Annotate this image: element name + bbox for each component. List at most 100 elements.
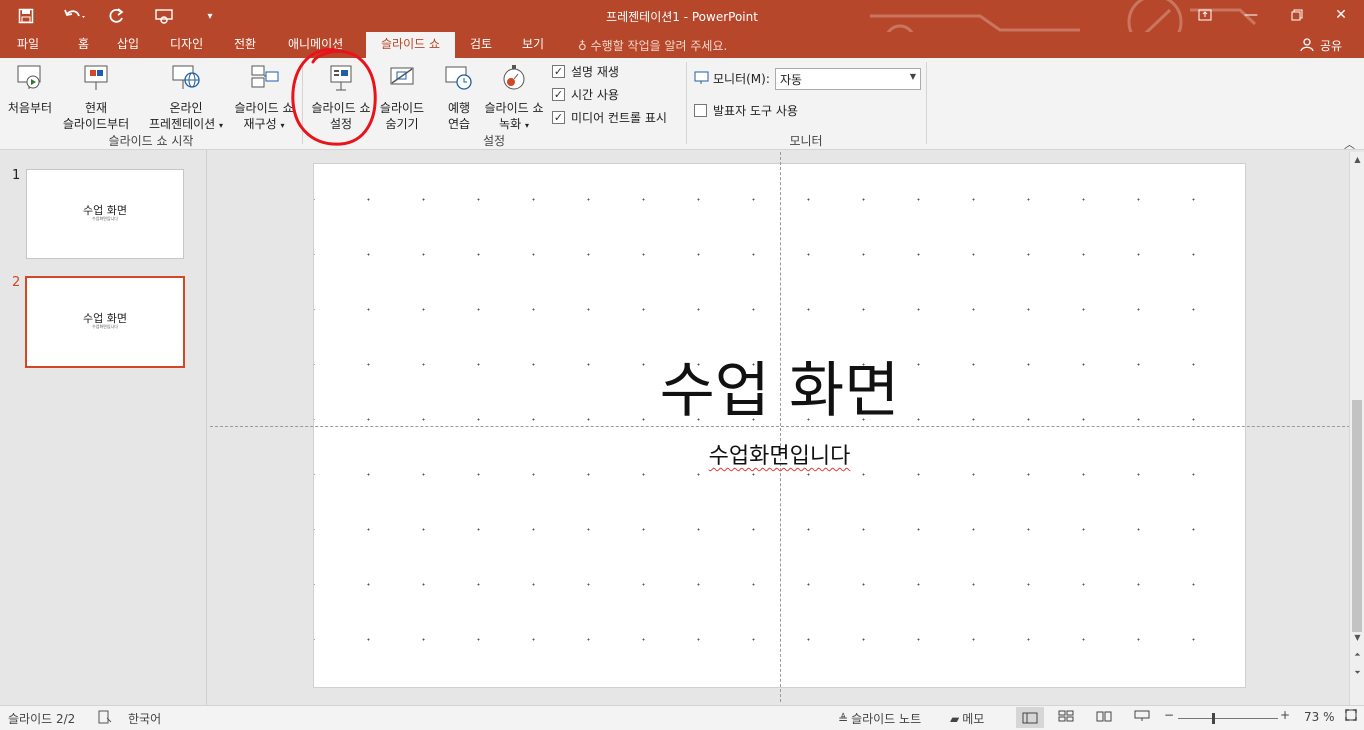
- vertical-guide[interactable]: [780, 152, 781, 702]
- slide-subtitle[interactable]: 수업화면입니다: [313, 438, 1246, 470]
- notes-button[interactable]: ≜ 슬라이드 노트: [838, 710, 921, 727]
- reading-view-icon: [1096, 711, 1112, 722]
- ribbon-slide-show: 처음부터 현재 슬라이드부터 온라인 프레젠테이션 ▾ 슬라이드 쇼 재구성 ▾…: [0, 58, 1364, 151]
- close-button[interactable]: ✕: [1318, 0, 1364, 30]
- chevron-down-icon: ▾: [280, 121, 285, 130]
- tab-design[interactable]: 디자인: [162, 32, 211, 58]
- group-label-monitor: 모니터: [789, 134, 823, 148]
- from-current-slide-button[interactable]: 현재 슬라이드부터: [58, 62, 134, 132]
- normal-view-icon: [1022, 712, 1038, 723]
- play-narrations-label: 설명 재생: [571, 64, 619, 79]
- zoom-level[interactable]: 73 %: [1304, 710, 1335, 724]
- rehearse-timings-button[interactable]: 예행 연습: [438, 62, 480, 132]
- from-beginning-label: 처음부터: [7, 101, 53, 115]
- slide-show-view-button[interactable]: [1134, 710, 1150, 722]
- chevron-down-icon: ▾: [524, 121, 529, 130]
- tab-insert[interactable]: 삽입: [109, 32, 147, 58]
- presenter-view-label: 발표자 도구 사용: [713, 103, 798, 118]
- zoom-out-button[interactable]: −: [1164, 708, 1174, 722]
- title-bar: ▾ 프레젠테이션1 - PowerPoint — ✕: [0, 0, 1364, 56]
- checkbox-checked-icon: ✓: [552, 110, 565, 124]
- restore-icon: [1291, 9, 1303, 21]
- group-label-start: 슬라이드 쇼 시작: [108, 134, 194, 148]
- tab-review[interactable]: 검토: [462, 32, 500, 58]
- ribbon-tabs: 파일 홈 삽입 디자인 전환 애니메이션 슬라이드 쇼 검토 보기 ♁ 수행할 …: [0, 32, 1364, 58]
- minimize-button[interactable]: —: [1228, 0, 1274, 30]
- annotation-circle: [291, 48, 377, 146]
- lightbulb-icon: ♁: [578, 39, 587, 53]
- thumbnail-subtitle: 수업화면입니다: [92, 216, 118, 221]
- use-timings-checkbox[interactable]: ✓ 시간 사용: [552, 85, 619, 103]
- tab-view[interactable]: 보기: [514, 32, 552, 58]
- comments-button[interactable]: ▰ 메모: [950, 710, 984, 727]
- globe-presentation-icon: [172, 65, 200, 89]
- custom-slideshow-icon: [251, 65, 279, 88]
- slide-indicator: 슬라이드 2/2: [8, 712, 76, 726]
- scroll-up-arrow-icon[interactable]: ▲: [1352, 155, 1363, 167]
- comment-icon: ▰: [950, 711, 960, 726]
- checkbox-unchecked-icon: [694, 103, 707, 117]
- rehearse-label-2: 연습: [447, 117, 471, 131]
- play-narrations-checkbox[interactable]: ✓ 설명 재생: [552, 62, 619, 80]
- scroll-down-arrow-icon[interactable]: ▼: [1352, 633, 1363, 645]
- scrollbar-thumb[interactable]: [1352, 400, 1362, 632]
- tab-home[interactable]: 홈: [70, 32, 97, 58]
- slide-title[interactable]: 수업 화면: [313, 355, 1246, 427]
- ribbon-display-icon: [1198, 9, 1212, 21]
- rehearse-label-1: 예행: [447, 101, 471, 115]
- hide-slide-button[interactable]: 슬라이드 숨기기: [374, 62, 430, 132]
- presenter-view-checkbox[interactable]: 발표자 도구 사용: [694, 101, 798, 119]
- chevron-down-icon: ▾: [219, 121, 224, 130]
- tell-me-text: 수행할 작업을 알려 주세요.: [590, 39, 728, 53]
- proofing-icon: [98, 710, 112, 724]
- share-button[interactable]: 공유: [1300, 35, 1358, 55]
- use-timings-label: 시간 사용: [571, 87, 619, 102]
- notes-icon: ≜: [838, 711, 849, 726]
- vertical-scrollbar[interactable]: ▲ ▼ ⏶ ⏷: [1349, 152, 1364, 705]
- plus-icon: +: [1280, 708, 1291, 722]
- zoom-in-button[interactable]: +: [1280, 708, 1290, 722]
- checkbox-checked-icon: ✓: [552, 64, 565, 78]
- tell-me-search[interactable]: ♁ 수행할 작업을 알려 주세요.: [578, 37, 727, 54]
- record-label-1: 슬라이드 쇼: [484, 101, 544, 115]
- thumbnail-subtitle: 수업화면입니다: [92, 324, 118, 329]
- tab-transitions[interactable]: 전환: [226, 32, 264, 58]
- slideshow-play-icon: [17, 65, 41, 89]
- from-beginning-button[interactable]: 처음부터: [2, 62, 58, 116]
- show-media-controls-label: 미디어 컨트롤 표시: [571, 110, 667, 125]
- tab-file[interactable]: 파일: [9, 32, 47, 58]
- slide-sorter-button[interactable]: [1058, 710, 1074, 722]
- present-online-button[interactable]: 온라인 프레젠테이션 ▾: [142, 62, 230, 134]
- slide-number: 1: [12, 168, 21, 183]
- restore-button[interactable]: [1274, 0, 1320, 30]
- fit-to-window-icon: [1345, 709, 1357, 721]
- monitor-select[interactable]: 자동 ▼: [775, 68, 921, 90]
- close-icon: ✕: [1335, 7, 1347, 23]
- window-title: 프레젠테이션1 - PowerPoint: [606, 10, 758, 24]
- monitor-label-text: 모니터(M):: [713, 71, 770, 86]
- slideshow-current-icon: [84, 65, 108, 90]
- ribbon-display-options-button[interactable]: [1182, 0, 1228, 30]
- zoom-slider[interactable]: [1178, 718, 1278, 719]
- status-bar: 슬라이드 2/2 한국어 ≜ 슬라이드 노트 ▰ 메모 − + 73 %: [0, 705, 1364, 730]
- minimize-icon: —: [1244, 7, 1258, 23]
- record-slide-show-button[interactable]: 슬라이드 쇼 녹화 ▾: [480, 62, 548, 134]
- normal-view-button[interactable]: [1016, 707, 1044, 728]
- language-indicator[interactable]: 한국어: [128, 710, 161, 727]
- previous-slide-icon[interactable]: ⏶: [1352, 650, 1363, 662]
- slide-thumbnail-2[interactable]: 수업 화면 수업화면입니다: [25, 276, 185, 368]
- next-slide-icon[interactable]: ⏷: [1352, 668, 1363, 680]
- fit-slide-button[interactable]: [1344, 708, 1358, 722]
- slide-show-view-icon: [1134, 710, 1150, 721]
- show-media-controls-checkbox[interactable]: ✓ 미디어 컨트롤 표시: [552, 108, 667, 126]
- reading-view-button[interactable]: [1096, 710, 1112, 722]
- spelling-icon[interactable]: [98, 710, 112, 724]
- share-label: 공유: [1320, 38, 1343, 53]
- hide-slide-icon: [390, 67, 414, 85]
- person-icon: [1300, 38, 1314, 52]
- slide-subtitle-text: 수업화면입니다: [708, 444, 851, 469]
- zoom-slider-thumb[interactable]: [1212, 713, 1215, 724]
- slide-thumbnail-1[interactable]: 수업 화면 수업화면입니다: [26, 169, 184, 259]
- monitor-select-value: 자동: [780, 73, 803, 87]
- from-current-label-1: 현재: [84, 101, 108, 115]
